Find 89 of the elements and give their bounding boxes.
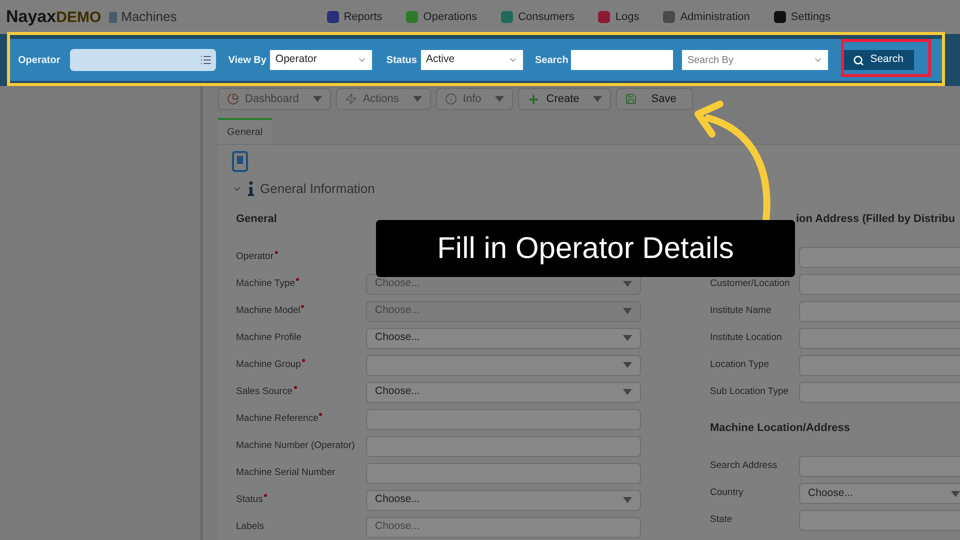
info-icon [444, 93, 457, 105]
field-label: Institute Name [710, 304, 772, 318]
nav-link[interactable]: Reports [326, 8, 382, 26]
required-mark [294, 386, 297, 389]
search-field[interactable] [571, 50, 674, 70]
caret-icon [623, 497, 632, 503]
nav-link[interactable]: Settings [774, 8, 831, 26]
field-label: Machine Profile [236, 330, 302, 345]
toolbar-button[interactable]: Create [518, 88, 612, 110]
caret-icon [623, 389, 632, 395]
select-field[interactable]: Active [420, 50, 523, 70]
info-icon [248, 181, 254, 196]
input-field[interactable] [799, 354, 960, 376]
select-field[interactable]: Choose... [366, 328, 641, 348]
caret-icon [593, 96, 602, 102]
required-mark [319, 412, 322, 416]
caret-icon [623, 308, 632, 314]
caret-icon [495, 96, 504, 102]
field-label: Machine Reference [236, 412, 366, 426]
field-label: Status [236, 492, 366, 508]
machine-icon [109, 12, 118, 22]
input-field[interactable] [366, 436, 641, 456]
field-label: Location Type [710, 358, 770, 372]
input-field[interactable] [799, 382, 960, 402]
nav-link[interactable]: Operations [406, 8, 478, 26]
field-label: Search [534, 54, 568, 68]
field-label: Machine Serial Number [236, 466, 336, 480]
plus-icon [527, 92, 540, 106]
caret-icon [412, 96, 422, 102]
select-field[interactable]: Choose... [366, 382, 641, 402]
select-field[interactable]: Operator [270, 50, 372, 70]
field-label: View By [228, 54, 266, 68]
lightning-icon [344, 93, 357, 105]
input-field[interactable] [799, 274, 960, 294]
field-label: Operator [18, 54, 60, 68]
page-title: Machines [121, 8, 177, 26]
select-field[interactable] [366, 354, 641, 376]
floppy-icon [625, 93, 638, 105]
nav-link[interactable]: Consumers [501, 8, 574, 26]
required-mark [301, 304, 304, 308]
caret-icon [623, 335, 632, 341]
field-label: State [710, 513, 734, 528]
field-label: Country [710, 486, 744, 500]
input-field[interactable] [366, 462, 641, 484]
field-label: Machine Number (Operator) [236, 438, 356, 453]
nav-link[interactable]: Administration [663, 8, 750, 26]
search-icon [853, 54, 864, 66]
required-mark [264, 494, 267, 497]
section-title: General Information [260, 180, 375, 198]
field-label: Search Address [710, 459, 778, 474]
caret-icon [951, 490, 960, 496]
brand-logo[interactable]: NayaxDEMO [6, 4, 102, 30]
field-label: Labels [236, 520, 265, 534]
field-label: Sub Location Type [710, 384, 790, 399]
caret-icon [312, 96, 322, 102]
input-field[interactable] [799, 328, 960, 348]
tab[interactable]: General [218, 118, 272, 144]
field-label: Customer/Location [710, 276, 791, 291]
caret-icon [623, 362, 632, 368]
operator-field[interactable] [70, 49, 216, 71]
input-field[interactable] [799, 510, 960, 531]
input-field[interactable] [799, 246, 960, 268]
required-mark [296, 278, 299, 281]
callout-label: Fill in Operator Details [376, 220, 795, 277]
pie-chart-icon [227, 93, 239, 105]
section-heading: General [236, 212, 278, 226]
input-field[interactable] [799, 300, 960, 322]
field-label: Status [386, 54, 417, 68]
toolbar-button[interactable]: Save [616, 88, 694, 110]
field-label: Operator [236, 250, 366, 264]
required-mark [274, 250, 278, 254]
field-label: Machine Model [236, 304, 366, 318]
input-field[interactable] [366, 408, 641, 430]
nav-link[interactable]: Logs [598, 8, 640, 26]
field-label: Machine Group [236, 358, 366, 372]
section-heading: ion Address (Filled by Distribu [795, 212, 956, 226]
search-button[interactable]: Search [842, 50, 914, 70]
field-label: Institute Location [710, 330, 783, 345]
section-heading: Machine Location/Address [710, 420, 851, 436]
caret-icon [623, 281, 632, 287]
field-label: Machine Type [236, 276, 366, 292]
input-field[interactable] [799, 456, 960, 477]
machine-icon [232, 151, 248, 173]
search-by-select[interactable]: Search By [682, 50, 828, 70]
required-mark [302, 358, 305, 362]
input-field[interactable]: Choose... [366, 516, 641, 538]
field-label: Sales Source [236, 384, 366, 400]
select-field[interactable]: Choose... [799, 483, 960, 504]
select-field[interactable]: Choose... [366, 490, 641, 510]
